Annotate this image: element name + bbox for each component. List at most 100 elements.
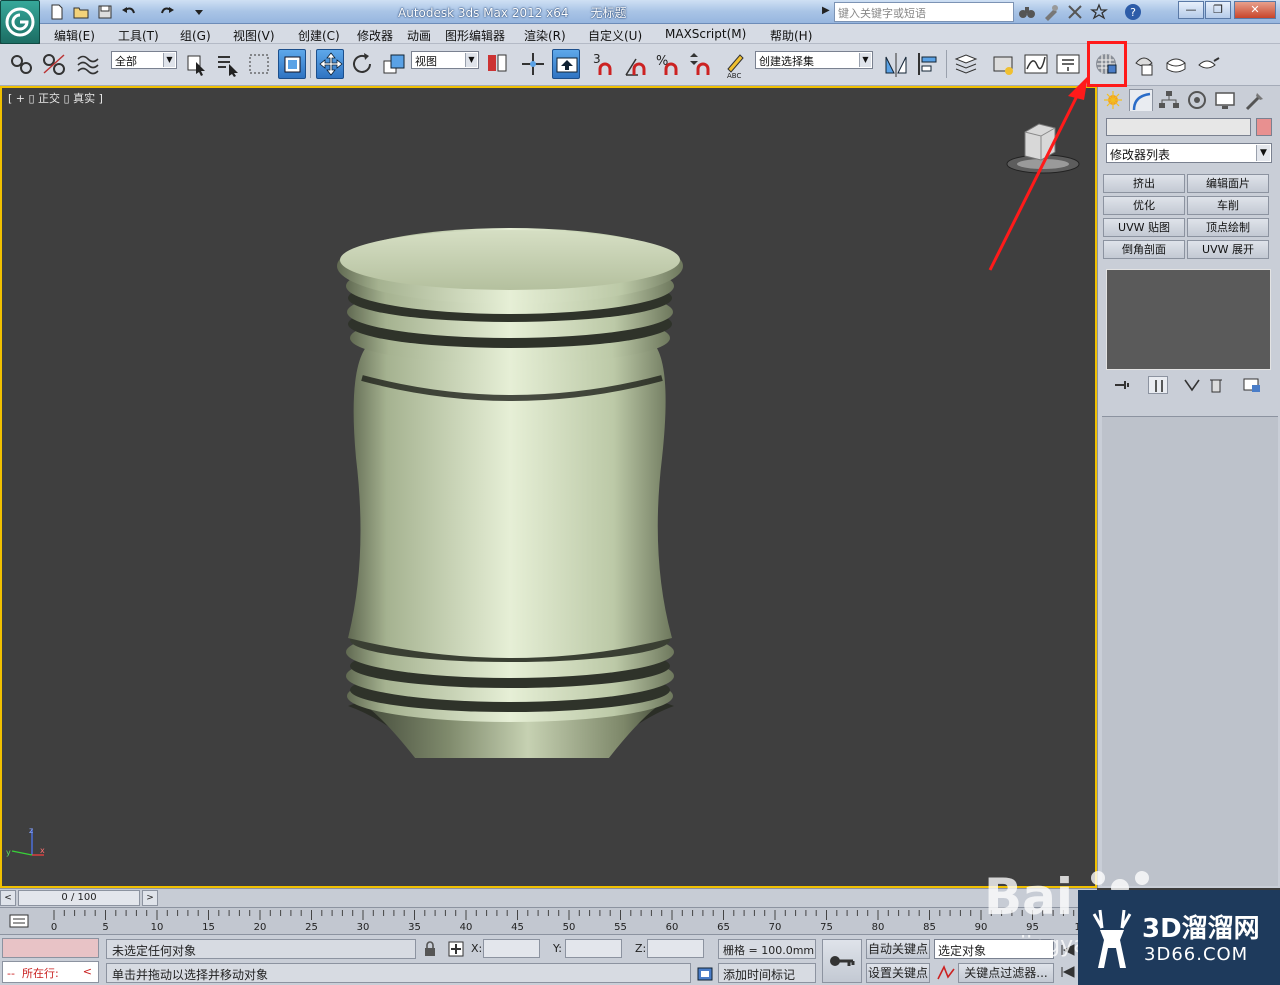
redo-icon[interactable] — [158, 3, 176, 21]
hierarchy-tab-icon[interactable] — [1157, 89, 1181, 111]
track-ruler[interactable]: 0510152025303540455055606570758085909510… — [51, 908, 1094, 935]
selection-filter-dropdown[interactable]: 全部 ▼ — [111, 51, 177, 69]
restore-button[interactable]: ❐ — [1205, 1, 1231, 19]
menu-group[interactable]: 组(G) — [180, 27, 211, 44]
object-name-field[interactable] — [1106, 118, 1251, 136]
percent-snap-icon[interactable]: % — [654, 49, 682, 79]
modify-tab-icon[interactable] — [1129, 89, 1153, 111]
menu-customize[interactable]: 自定义(U) — [588, 27, 642, 44]
object-color-swatch[interactable] — [1256, 118, 1272, 136]
save-file-icon[interactable] — [96, 3, 114, 21]
go-to-start-icon[interactable] — [1058, 939, 1078, 983]
maxscript-mini-listener[interactable] — [2, 938, 99, 958]
edit-named-selection-icon[interactable]: ABC — [722, 49, 750, 80]
select-by-name-icon[interactable] — [214, 49, 242, 79]
modifier-stack-view[interactable] — [1106, 269, 1271, 370]
menu-edit[interactable]: 编辑(E) — [54, 27, 95, 44]
menu-modifiers[interactable]: 修改器 — [357, 27, 393, 44]
open-file-icon[interactable] — [72, 3, 90, 21]
selection-lock-icon[interactable] — [422, 941, 438, 957]
align-icon[interactable] — [914, 49, 942, 79]
pin-stack-icon[interactable] — [1112, 376, 1132, 394]
lathe-vase-model[interactable] — [322, 228, 702, 758]
snaps-toggle-icon[interactable]: 3 — [590, 49, 618, 79]
keyboard-shortcut-override-icon[interactable] — [552, 49, 580, 79]
absolute-transform-icon[interactable] — [448, 941, 464, 957]
select-and-move-icon[interactable] — [316, 49, 344, 79]
menu-animation[interactable]: 动画 — [407, 27, 431, 44]
make-unique-icon[interactable] — [1182, 376, 1202, 394]
named-selection-dropdown[interactable]: 创建选择集 ▼ — [755, 51, 873, 69]
modifier-unwrap-uvw-button[interactable]: UVW 展开 — [1187, 240, 1269, 259]
select-and-scale-icon[interactable] — [380, 49, 408, 79]
track-bar-toggle-icon[interactable] — [8, 912, 32, 930]
binoculars-icon[interactable] — [1018, 3, 1036, 21]
configure-modifier-sets-icon[interactable] — [1242, 376, 1262, 394]
set-key-mode-button[interactable] — [822, 939, 862, 983]
time-slider[interactable]: < 0 / 100 > — [0, 888, 1097, 907]
tangent-curve-icon[interactable] — [936, 965, 956, 981]
modifier-lathe-button[interactable]: 车削 — [1187, 196, 1269, 215]
modifier-uvw-map-button[interactable]: UVW 贴图 — [1103, 218, 1185, 237]
select-and-link-icon[interactable] — [8, 49, 36, 79]
search-expand-icon[interactable]: ▶ — [822, 5, 830, 17]
key-filters-button[interactable]: 关键点过滤器... — [958, 963, 1054, 983]
set-key-button[interactable]: 设置关键点 — [866, 963, 930, 983]
app-logo[interactable] — [0, 0, 40, 44]
rectangular-selection-icon[interactable] — [246, 49, 274, 79]
render-setup-icon[interactable] — [1130, 49, 1158, 79]
display-tab-icon[interactable] — [1213, 89, 1237, 111]
undo-icon[interactable] — [120, 3, 138, 21]
viewport-label[interactable]: [ + ▯ 正交 ▯ 真实 ] — [8, 90, 103, 106]
pivot-center-icon[interactable] — [483, 49, 511, 79]
modifier-list-dropdown[interactable]: 修改器列表 ▼ — [1106, 143, 1272, 163]
select-and-rotate-icon[interactable] — [348, 49, 376, 79]
bind-to-space-warp-icon[interactable] — [74, 49, 102, 79]
layer-manager-icon[interactable] — [952, 49, 980, 79]
modifier-vertex-paint-button[interactable]: 顶点绘制 — [1187, 218, 1269, 237]
search-input[interactable]: 键入关键字或短语 — [834, 2, 1014, 22]
menu-help[interactable]: 帮助(H) — [770, 27, 812, 44]
menu-create[interactable]: 创建(C) — [298, 27, 340, 44]
quick-access-dropdown-icon[interactable] — [190, 3, 208, 21]
key-selection-dropdown[interactable]: 选定对象 — [934, 939, 1054, 959]
favorites-star-icon[interactable] — [1090, 3, 1108, 21]
time-slider-prev-button[interactable]: < — [0, 890, 16, 906]
auto-key-button[interactable]: 自动关键点 — [866, 939, 930, 959]
menu-maxscript[interactable]: MAXScript(M) — [665, 27, 746, 41]
menu-tools[interactable]: 工具(T) — [118, 27, 159, 44]
window-crossing-toggle-icon[interactable] — [278, 49, 306, 79]
z-coordinate-field[interactable] — [647, 939, 704, 958]
time-slider-next-button[interactable]: > — [142, 890, 158, 906]
new-file-icon[interactable] — [48, 3, 66, 21]
subscription-icon[interactable] — [1042, 3, 1060, 21]
select-object-icon[interactable] — [183, 49, 211, 79]
modifier-optimize-button[interactable]: 优化 — [1103, 196, 1185, 215]
close-button[interactable]: ✕ — [1234, 1, 1276, 19]
reference-coordinate-dropdown[interactable]: 视图 ▼ — [411, 51, 479, 69]
render-production-icon[interactable] — [1194, 49, 1222, 79]
perspective-viewport[interactable]: [ + ▯ 正交 ▯ 真实 ] z x y — [0, 86, 1097, 888]
modifier-edit-patch-button[interactable]: 编辑面片 — [1187, 174, 1269, 193]
remove-modifier-icon[interactable] — [1206, 376, 1226, 394]
track-bar[interactable]: 0510152025303540455055606570758085909510… — [0, 907, 1097, 934]
add-time-tag-button[interactable]: 添加时间标记 — [718, 963, 816, 983]
show-end-result-icon[interactable] — [1148, 376, 1168, 394]
select-and-manipulate-icon[interactable] — [519, 49, 547, 79]
menu-views[interactable]: 视图(V) — [233, 27, 275, 44]
time-tag-icon[interactable] — [697, 966, 713, 982]
utilities-tab-icon[interactable] — [1243, 89, 1267, 111]
modifier-extrude-button[interactable]: 挤出 — [1103, 174, 1185, 193]
menu-graph-editors[interactable]: 图形编辑器 — [445, 27, 505, 44]
minimize-button[interactable]: — — [1178, 1, 1204, 19]
spinner-snap-icon[interactable] — [686, 49, 714, 79]
x-coordinate-field[interactable] — [483, 939, 540, 958]
time-slider-thumb[interactable]: 0 / 100 — [18, 890, 140, 906]
modifier-bevel-profile-button[interactable]: 倒角剖面 — [1103, 240, 1185, 259]
communication-center-icon[interactable] — [1066, 3, 1084, 21]
help-icon[interactable]: ? — [1124, 3, 1142, 21]
motion-tab-icon[interactable] — [1185, 89, 1209, 111]
create-tab-icon[interactable] — [1101, 89, 1125, 111]
mirror-icon[interactable] — [882, 49, 910, 79]
unlink-selection-icon[interactable] — [40, 49, 68, 79]
